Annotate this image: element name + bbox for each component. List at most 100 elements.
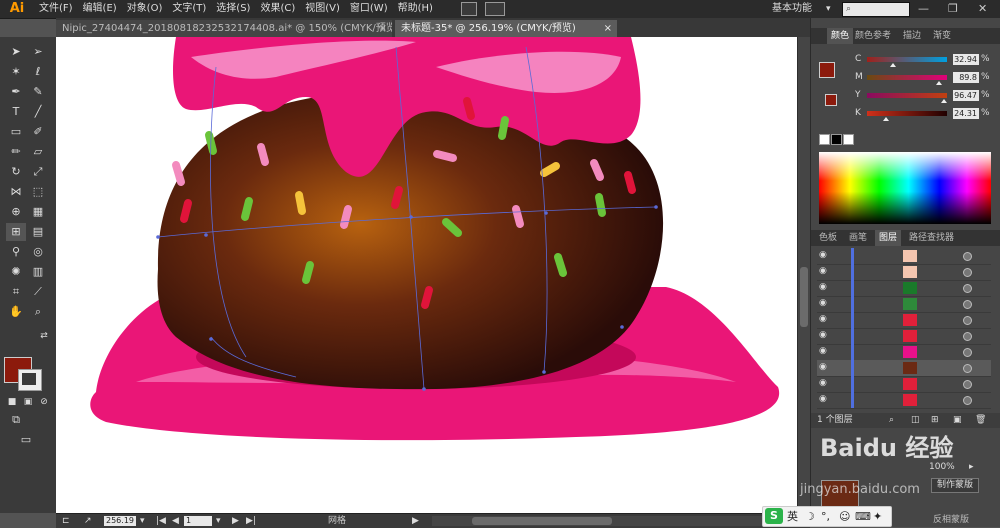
menu-effect[interactable]: 效果(C) [255,0,300,18]
keyboard-icon[interactable]: ⌨ [855,507,871,526]
artboard-dropdown-icon[interactable]: ▾ [216,514,221,528]
none-mode-icon[interactable]: ⊘ [34,393,54,411]
search-input[interactable]: ⌕ [842,2,910,17]
channel-slider[interactable] [867,75,947,80]
menu-file[interactable]: 文件(F) [34,0,78,18]
color-spectrum[interactable] [819,152,991,224]
eye-icon[interactable]: ◉ [819,347,828,356]
channel-value[interactable]: 89.8 [953,72,979,83]
tab-pathfinder[interactable]: 路径查找器 [905,230,958,246]
target-icon[interactable] [963,396,972,405]
graph-tool-icon[interactable]: ▥ [28,263,48,281]
slider-thumb[interactable] [935,81,942,85]
lasso-tool-icon[interactable]: ℓ [28,63,48,81]
close-button[interactable]: ✕ [978,0,987,18]
eye-icon[interactable]: ◉ [819,267,828,276]
tools-icon[interactable]: ✦ [873,507,882,526]
channel-value[interactable]: 24.31 [953,108,979,119]
direct-selection-tool-icon[interactable]: ➢ [28,43,48,61]
locate-object-icon[interactable]: ⌕ [889,413,894,428]
tab-color-guide[interactable]: 颜色参考 [851,28,895,44]
zoom-tool-icon[interactable]: ⌕ [28,303,48,321]
layer-row[interactable]: ◉ [817,280,991,297]
none-swatch[interactable] [819,134,830,145]
menu-view[interactable]: 视图(V) [300,0,345,18]
menu-edit[interactable]: 编辑(E) [78,0,122,18]
eye-icon[interactable]: ◉ [819,363,828,372]
new-layer-icon[interactable]: ▣ [953,413,962,428]
target-icon[interactable] [963,300,972,309]
eye-icon[interactable]: ◉ [819,251,828,260]
tab-layers[interactable]: 图层 [875,230,902,246]
zoom-field[interactable]: 256.19 [104,516,136,526]
eye-icon[interactable]: ◉ [819,283,828,292]
workspace-switcher[interactable]: 基本功能 [772,0,812,18]
tab-document-1[interactable]: Nipic_27404474_20180818232532174408.ai* … [56,20,392,37]
new-sublayer-icon[interactable]: ⊞ [931,413,939,428]
horizontal-scrollbar[interactable] [432,516,812,526]
status-menu-icon[interactable]: ▶ [412,514,419,528]
eye-icon[interactable]: ◉ [819,395,828,404]
stroke-swatch[interactable] [18,369,42,391]
tab-gradient[interactable]: 渐变 [929,28,955,44]
menu-type[interactable]: 文字(T) [167,0,211,18]
menu-object[interactable]: 对象(O) [122,0,168,18]
menu-help[interactable]: 帮助(H) [393,0,438,18]
shape-builder-icon[interactable]: ⊕ [6,203,26,221]
target-icon[interactable] [963,268,972,277]
vertical-scrollbar[interactable] [797,37,811,513]
target-icon[interactable] [963,252,972,261]
layer-row[interactable]: ◉ [817,376,991,393]
tab-color[interactable]: 颜色 [827,28,854,44]
minimize-button[interactable]: — [918,0,929,18]
layer-row[interactable]: ◉ [817,264,991,281]
artboard-tool-icon[interactable]: ⌗ [6,283,26,301]
arrange-documents-icon[interactable] [485,2,505,16]
free-transform-icon[interactable]: ⬚ [28,183,48,201]
artboard-number-field[interactable]: 1 [184,516,212,526]
export-icon[interactable]: ↗ [84,514,92,528]
channel-slider[interactable] [867,93,947,98]
hscroll-thumb[interactable] [472,517,612,525]
layer-row[interactable]: ◉ [817,328,991,345]
menu-select[interactable]: 选择(S) [211,0,255,18]
target-icon[interactable] [963,348,972,357]
ime-lang[interactable]: 英 [787,507,798,526]
scroll-thumb[interactable] [800,267,808,327]
punct-icon[interactable]: °, [821,507,830,526]
delete-layer-icon[interactable]: 🗑 [975,413,986,428]
close-tab-icon[interactable]: × [604,20,612,37]
make-clip-mask-icon[interactable]: ◫ [911,413,920,428]
next-artboard-icon[interactable]: ▶ [232,514,239,528]
opacity-dropdown-icon[interactable]: ▸ [969,462,974,472]
black-swatch[interactable] [831,134,842,145]
blend-tool-icon[interactable]: ◎ [28,243,48,261]
type-tool-icon[interactable]: T [6,103,26,121]
target-icon[interactable] [963,380,972,389]
eraser-tool-icon[interactable]: ▱ [28,143,48,161]
target-icon[interactable] [963,316,972,325]
paintbrush-tool-icon[interactable]: ✐ [28,123,48,141]
symbol-sprayer-icon[interactable]: ✺ [6,263,26,281]
prev-artboard-icon[interactable]: ◀ [172,514,179,528]
out-of-gamut-swatch[interactable] [825,94,837,106]
tab-document-2[interactable]: 未标题-35* @ 256.19% (CMYK/预览) × [395,20,617,37]
layer-row[interactable]: ◉ [817,360,991,377]
channel-slider[interactable] [867,111,947,116]
swap-fill-stroke-icon[interactable]: ⇄ [34,327,54,345]
moon-icon[interactable]: ☽ [805,507,815,526]
line-tool-icon[interactable]: ╱ [28,103,48,121]
layer-row[interactable]: ◉ [817,296,991,313]
tab-swatches[interactable]: 色板 [815,230,841,246]
smile-icon[interactable]: ☺ [839,507,850,526]
chevron-down-icon[interactable]: ▾ [826,0,831,18]
target-icon[interactable] [963,332,972,341]
hand-tool-icon[interactable]: ✋ [6,303,26,321]
rectangle-tool-icon[interactable]: ▭ [6,123,26,141]
invert-mask-checkbox[interactable]: 反相蒙版 [933,512,969,525]
channel-slider[interactable] [867,57,947,62]
eyedropper-icon[interactable]: ⚲ [6,243,26,261]
selection-tool-icon[interactable]: ➤ [6,43,26,61]
layer-row[interactable]: ◉ [817,344,991,361]
pencil-tool-icon[interactable]: ✏ [6,143,26,161]
